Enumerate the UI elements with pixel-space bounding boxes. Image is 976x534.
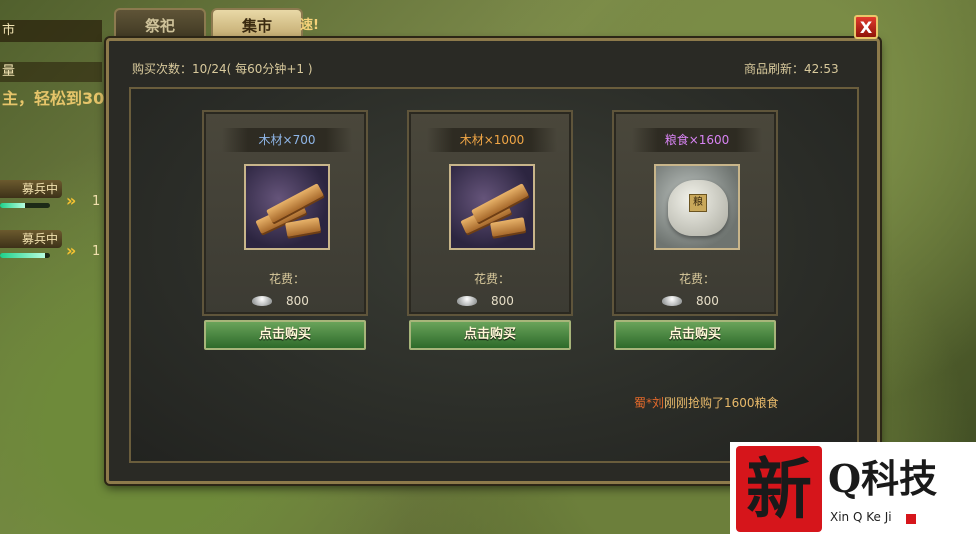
silver-ingot-icon xyxy=(457,296,477,306)
item-card-frame: 粮食×1600 粮 花费： 800 xyxy=(612,110,778,316)
item-price-value: 800 xyxy=(286,294,309,308)
wood-icon xyxy=(244,164,330,250)
buy-count-value: 10/24 xyxy=(192,62,227,76)
buy-count-rule: ( 每60分钟+1 ) xyxy=(226,62,313,76)
item-name: 木材×700 xyxy=(222,128,352,152)
silver-ingot-icon xyxy=(252,296,272,306)
recruit-count: 1 xyxy=(92,244,101,259)
silver-ingot-icon xyxy=(662,296,682,306)
notice-text: 刚刚抢购了1600粮食 xyxy=(664,396,779,410)
buy-count-label: 购买次数： xyxy=(132,62,193,76)
item-name: 粮食×1600 xyxy=(632,128,762,152)
item-name: 木材×1000 xyxy=(427,128,557,152)
watermark-brand: Q科技 xyxy=(828,456,938,501)
item-price-value: 800 xyxy=(491,294,514,308)
watermark-subtitle: Xin Q Ke Ji xyxy=(830,510,892,524)
item-card-frame: 木材×700 花费： 800 xyxy=(202,110,368,316)
cost-label: 花费： xyxy=(268,272,305,286)
tab-extra-text: 速! xyxy=(300,18,319,33)
recruit-status[interactable]: 募兵中 xyxy=(0,230,62,248)
grain-sack-icon: 粮 xyxy=(654,164,740,250)
hud-text: 市 xyxy=(0,20,102,42)
refresh-time: 42:53 xyxy=(804,62,839,76)
tab-market[interactable]: 集市 xyxy=(211,8,303,40)
purchase-notice: 蜀*刘刚刚抢购了1600粮食 xyxy=(634,394,779,411)
tab-sacrifice[interactable]: 祭祀 xyxy=(114,8,206,40)
watermark-dot xyxy=(906,514,916,524)
close-button[interactable]: X xyxy=(854,15,878,39)
speedup-chevron-icon[interactable]: » xyxy=(66,191,76,210)
item-card: 粮食×1600 粮 花费： 800 点击购买 xyxy=(612,110,778,350)
buy-button[interactable]: 点击购买 xyxy=(204,320,366,350)
hud-quest-text[interactable]: 主，轻松到30 xyxy=(0,88,120,110)
item-card: 木材×1000 花费： 800 点击购买 xyxy=(407,110,573,350)
buy-button[interactable]: 点击购买 xyxy=(614,320,776,350)
recruit-count: 1 xyxy=(92,194,101,209)
refresh-timer: 商品刷新：42:53 xyxy=(744,60,839,77)
buy-button[interactable]: 点击购买 xyxy=(409,320,571,350)
notice-player: 蜀*刘 xyxy=(634,396,665,410)
wood-icon xyxy=(449,164,535,250)
item-card-frame: 木材×1000 花费： 800 xyxy=(407,110,573,316)
recruit-progress-bar xyxy=(0,203,50,208)
hud-text: 量 xyxy=(0,62,102,82)
refresh-label: 商品刷新： xyxy=(744,62,805,76)
sack-tag: 粮 xyxy=(689,194,707,212)
watermark: 新 Q科技 Xin Q Ke Ji xyxy=(730,442,976,534)
watermark-seal: 新 xyxy=(736,446,822,532)
buy-count: 购买次数：10/24( 每60分钟+1 ) xyxy=(132,60,313,77)
recruit-progress-bar xyxy=(0,253,50,258)
speedup-chevron-icon[interactable]: » xyxy=(66,241,76,260)
recruit-status[interactable]: 募兵中 xyxy=(0,180,62,198)
item-card: 木材×700 花费： 800 点击购买 xyxy=(202,110,368,350)
cost-label: 花费： xyxy=(473,272,510,286)
item-price-value: 800 xyxy=(696,294,719,308)
cost-label: 花费： xyxy=(678,272,715,286)
